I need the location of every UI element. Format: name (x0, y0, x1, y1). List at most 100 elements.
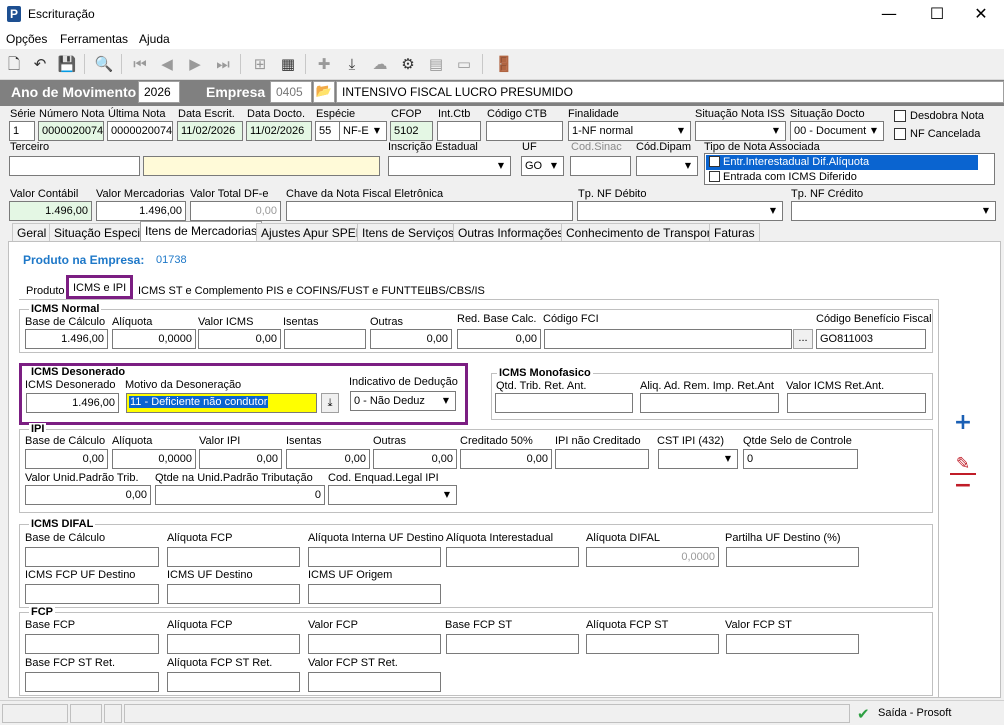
intctb-field[interactable] (437, 121, 481, 141)
icms-outras-field[interactable]: 0,00 (370, 329, 452, 349)
cod-sinac-field[interactable] (570, 156, 631, 176)
save-icon[interactable]: 💾 (55, 53, 79, 75)
menu-ajuda[interactable]: Ajuda (139, 32, 170, 46)
terceiro-field[interactable] (9, 156, 140, 176)
sit-docto-select[interactable]: 00 - Document ▼ (790, 121, 884, 141)
cod-dipam-select[interactable]: ▼ (636, 156, 698, 176)
tipo-nota-checkbox-2[interactable] (709, 171, 720, 182)
beneficio-field[interactable]: GO811003 (816, 329, 926, 349)
tab-situacao-especial[interactable]: Situação Especial (49, 223, 155, 242)
subtab-ibs-cbs[interactable]: IBS/CBS/IS (425, 282, 488, 300)
tab-itens-mercadorias[interactable]: Itens de Mercadorias (140, 221, 263, 243)
desdobra-checkbox[interactable] (894, 110, 906, 122)
icms-isentas-field[interactable] (284, 329, 366, 349)
difal-aliq-fcp-field[interactable] (167, 547, 300, 567)
fcp-valor-st-field[interactable] (726, 634, 859, 654)
codctb-field[interactable] (486, 121, 563, 141)
puzzle-icon[interactable]: ✚ (312, 53, 336, 75)
fcp-valor-ret-field[interactable] (308, 672, 441, 692)
especie-select[interactable]: NF-E ▼ (339, 121, 387, 141)
tipo-nota-checkbox-1[interactable] (709, 156, 720, 167)
uf-select[interactable]: GO ▼ (521, 156, 564, 176)
ipi-enquad-select[interactable]: ▼ (328, 485, 457, 505)
ipi-isentas-field[interactable]: 0,00 (286, 449, 370, 469)
new-file-icon[interactable]: 🗋 (2, 53, 26, 75)
calculator-icon[interactable]: ▦ (276, 53, 300, 75)
undo-icon[interactable]: ↶ (28, 53, 52, 75)
mono-aliq-field[interactable] (640, 393, 779, 413)
edit-item-button[interactable]: ✎ (950, 453, 976, 475)
maximize-button[interactable]: ☐ (914, 0, 960, 30)
subtab-icms-st[interactable]: ICMS ST e Complemento (135, 282, 266, 300)
close-button[interactable]: ✕ (958, 0, 1004, 30)
ipi-vunid-field[interactable]: 0,00 (25, 485, 151, 505)
sit-iss-select[interactable]: ▼ (695, 121, 786, 141)
fci-browse-button[interactable]: ... (793, 329, 813, 349)
ultima-field[interactable]: 0000020074 (107, 121, 173, 141)
chave-field[interactable] (286, 201, 573, 221)
icms-deson-valor-field[interactable]: 1.496,00 (26, 393, 119, 413)
subtab-produto[interactable]: Produto (23, 282, 68, 300)
fcp-base-ret-field[interactable] (25, 672, 159, 692)
minimize-button[interactable]: — (866, 0, 912, 30)
fcp-base-field[interactable] (25, 634, 159, 654)
tipo-nota-list[interactable]: Entr.Interestadual Dif.Alíquota Entrada … (704, 153, 995, 185)
fcp-aliq-st-field[interactable] (586, 634, 719, 654)
ipi-outras-field[interactable]: 0,00 (373, 449, 457, 469)
add-item-button[interactable]: + (950, 412, 976, 436)
first-record-icon[interactable]: ⏮ (128, 53, 152, 75)
last-record-icon[interactable]: ⏭ (211, 53, 235, 75)
difal-partilha-field[interactable] (726, 547, 859, 567)
ipi-selo-field[interactable]: 0 (743, 449, 858, 469)
menu-opcoes[interactable]: Opções (6, 32, 47, 46)
mono-valor-field[interactable] (787, 393, 926, 413)
difal-fcp-dest-field[interactable] (25, 584, 159, 604)
ipi-valor-field[interactable]: 0,00 (199, 449, 282, 469)
ipi-cst-select[interactable]: ▼ (658, 449, 738, 469)
icms-valor-field[interactable]: 0,00 (198, 329, 281, 349)
difal-uf-dest-field[interactable] (167, 584, 300, 604)
print-preview-icon[interactable]: 🔍 (92, 53, 116, 75)
tp-credito-select[interactable]: ▼ (791, 201, 996, 221)
ipi-aliq-field[interactable]: 0,0000 (112, 449, 196, 469)
cfop-field[interactable]: 5102 (390, 121, 433, 141)
valor-merc-field[interactable]: 1.496,00 (96, 201, 186, 221)
remove-item-button[interactable]: − (950, 475, 976, 499)
empresa-code-field[interactable]: 0405 (270, 81, 312, 103)
next-record-icon[interactable]: ▶ (183, 53, 207, 75)
tab-conhecimento-transporte[interactable]: Conhecimento de Transporte (561, 223, 726, 242)
tab-outras-informacoes[interactable]: Outras Informações (453, 223, 569, 242)
difal-aliq-int-field[interactable] (308, 547, 441, 567)
fcp-base-st-field[interactable] (446, 634, 579, 654)
nf-cancelada-checkbox[interactable] (894, 128, 906, 140)
valor-dfe-field[interactable]: 0,00 (190, 201, 281, 221)
folder-icon[interactable]: 📂 (313, 81, 335, 103)
numero-field[interactable]: 0000020074 (38, 121, 104, 141)
motivo-lookup-icon[interactable]: ⤓ (321, 393, 339, 413)
subtab-pis-cofins[interactable]: PIS e COFINS/FUST e FUNTTEL (263, 282, 434, 300)
ie-select[interactable]: ▼ (388, 156, 511, 176)
indicativo-select[interactable]: 0 - Não Deduz ▼ (350, 391, 456, 411)
serie-field[interactable]: 1 (9, 121, 35, 141)
mono-qtd-field[interactable] (495, 393, 633, 413)
difal-uf-orig-field[interactable] (308, 584, 441, 604)
motivo-deson-field[interactable]: 11 - Deficiente não condutor (126, 393, 317, 413)
fcp-aliq-ret-field[interactable] (167, 672, 300, 692)
ano-field[interactable]: 2026 (138, 81, 180, 103)
ipi-qunid-field[interactable]: 0 (155, 485, 325, 505)
valor-contabil-field[interactable]: 1.496,00 (9, 201, 92, 221)
fcp-aliq-field[interactable] (167, 634, 300, 654)
difal-base-field[interactable] (25, 547, 159, 567)
data-docto-field[interactable]: 11/02/2026 (246, 121, 312, 141)
cloud-icon[interactable]: ☁ (368, 53, 392, 75)
icms-base-field[interactable]: 1.496,00 (25, 329, 108, 349)
tree-view-icon[interactable]: ⊞ (248, 53, 272, 75)
difal-aliq-inter-field[interactable] (446, 547, 579, 567)
especie-num-field[interactable]: 55 (315, 121, 339, 141)
fci-field[interactable] (544, 329, 792, 349)
previous-record-icon[interactable]: ◀ (155, 53, 179, 75)
tab-faturas[interactable]: Faturas (709, 223, 760, 242)
tab-ajustes-sped[interactable]: Ajustes Apur SPED (256, 223, 370, 242)
difal-aliq-difal-field[interactable]: 0,0000 (586, 547, 719, 567)
tp-debito-select[interactable]: ▼ (577, 201, 783, 221)
